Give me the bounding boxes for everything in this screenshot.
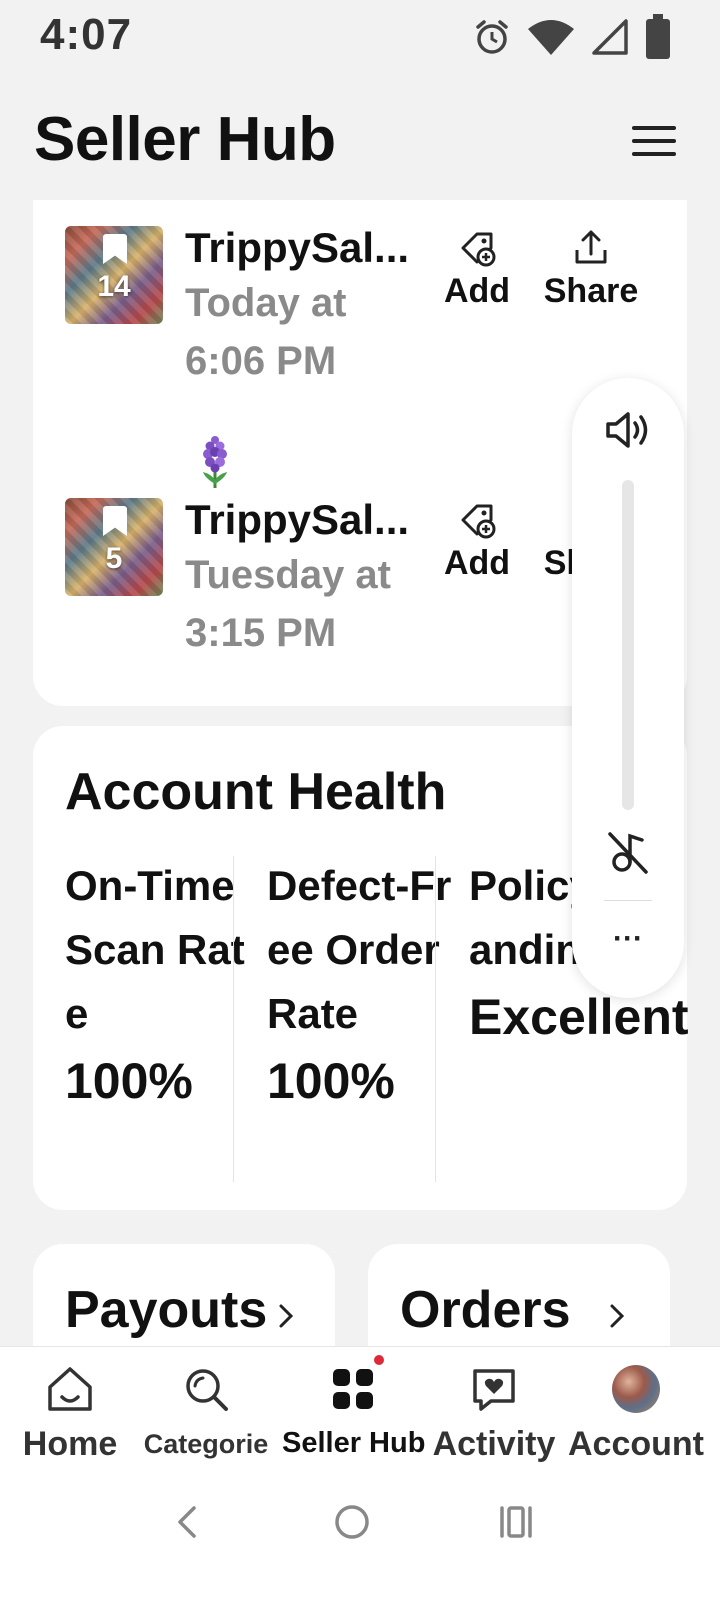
- listing-name[interactable]: TrippySal...: [185, 224, 409, 272]
- notification-dot: [374, 1355, 384, 1365]
- nav-item-account[interactable]: Account: [566, 1347, 706, 1477]
- nav-item-seller-hub[interactable]: Seller Hub: [282, 1347, 426, 1477]
- listing-row[interactable]: 14 TrippySal... Today at 6:06 PM Add Sha…: [33, 222, 687, 392]
- wifi-icon: [528, 20, 574, 55]
- status-icons: [472, 14, 672, 60]
- add-button[interactable]: Add: [427, 228, 527, 311]
- metric-value: 100%: [267, 1053, 395, 1109]
- more-icon[interactable]: ···: [572, 922, 684, 956]
- metric-defect-free-order-rate: Defect-Free Order Rate 100%: [267, 854, 467, 1116]
- nav-item-activity[interactable]: Activity: [430, 1347, 558, 1477]
- metric-divider: [233, 856, 234, 1182]
- add-tag-icon: [461, 504, 496, 539]
- payouts-title: Payouts: [65, 1281, 268, 1339]
- metric-label: On-Time Scan Rate: [65, 862, 245, 1037]
- nav-label: Home: [22, 1425, 118, 1463]
- avatar: [612, 1365, 660, 1413]
- photo-count: 5: [105, 542, 123, 575]
- metric-on-time-scan-rate: On-Time Scan Rate 100%: [65, 854, 265, 1116]
- metric-divider: [435, 856, 436, 1182]
- status-bar: 4:07: [0, 0, 720, 70]
- nav-label: Categorie: [143, 1429, 269, 1459]
- chevron-right-icon: [279, 1304, 294, 1328]
- back-icon[interactable]: [172, 1502, 202, 1542]
- grid-icon: [333, 1369, 373, 1409]
- bottom-nav: Home Categorie Seller Hub Activity Accou…: [0, 1346, 720, 1476]
- system-nav-bar: [0, 1476, 720, 1604]
- listing-date: Tuesday at 3:15 PM: [185, 553, 391, 655]
- listing-thumbnail[interactable]: 14: [65, 226, 163, 324]
- metric-value: 100%: [65, 1053, 193, 1109]
- menu-button[interactable]: [632, 126, 676, 160]
- heart-chat-icon: [473, 1369, 515, 1411]
- nav-item-home[interactable]: Home: [10, 1347, 130, 1477]
- share-button[interactable]: Share: [541, 228, 641, 311]
- battery-icon: [646, 14, 670, 59]
- nav-label: Seller Hub: [282, 1427, 426, 1459]
- listing-date: Today at 6:06 PM: [185, 281, 347, 383]
- app-header: Seller Hub: [0, 90, 720, 190]
- home-button-icon[interactable]: [332, 1502, 372, 1542]
- listing-name[interactable]: TrippySal...: [185, 496, 409, 544]
- share-icon: [575, 230, 607, 264]
- hamburger-menu-icon: [632, 126, 676, 130]
- volume-separator: [604, 900, 652, 901]
- speaker-icon[interactable]: [604, 408, 654, 452]
- home-icon: [48, 1367, 92, 1411]
- muted-vibrate-icon[interactable]: [606, 830, 650, 876]
- page-title: Seller Hub: [34, 105, 336, 174]
- account-health-title: Account Health: [65, 763, 447, 821]
- search-icon: [186, 1369, 228, 1411]
- status-time: 4:07: [40, 10, 133, 59]
- hyacinth-emoji-icon: [203, 436, 227, 488]
- nav-label: Account: [568, 1425, 704, 1463]
- bookmark-icon: [103, 506, 127, 536]
- alarm-icon: [476, 20, 508, 54]
- orders-title: Orders: [400, 1281, 571, 1339]
- add-tag-icon: [461, 232, 496, 267]
- nav-label: Activity: [432, 1425, 556, 1463]
- signal-icon: [592, 19, 628, 55]
- photo-count: 14: [97, 270, 131, 303]
- volume-panel: ···: [572, 378, 684, 998]
- metric-label: Defect-Free Order Rate: [267, 862, 452, 1037]
- chevron-right-icon: [610, 1304, 625, 1328]
- volume-slider[interactable]: [622, 480, 634, 810]
- add-label: Add: [443, 544, 511, 582]
- share-label: Share: [543, 272, 639, 310]
- recents-icon[interactable]: [496, 1502, 536, 1542]
- listing-thumbnail[interactable]: 5: [65, 498, 163, 596]
- bookmark-icon: [103, 234, 127, 264]
- add-label: Add: [443, 272, 511, 310]
- nav-item-categories[interactable]: Categorie: [140, 1347, 272, 1477]
- add-button[interactable]: Add: [427, 500, 527, 583]
